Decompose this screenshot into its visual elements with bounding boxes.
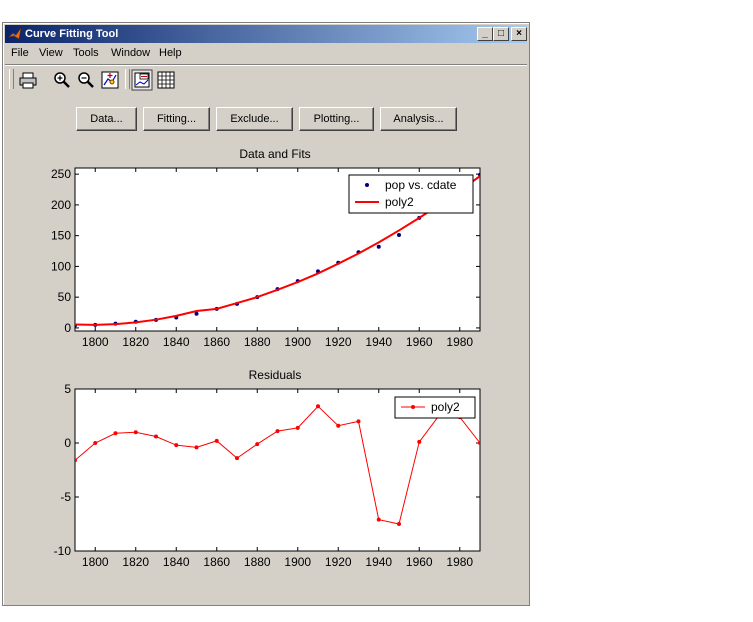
resid-x-tick-label: 1940 [365,555,392,569]
resid-residual-marker [174,443,179,448]
fits-x-tick-label: 1980 [446,335,473,349]
resid-residual-marker [93,441,98,445]
toolbar-separator [125,69,130,89]
resid-x-tick-label: 1960 [406,555,433,569]
fits-y-tick-label: 50 [58,290,72,304]
resid-x-tick-label: 1840 [163,555,190,569]
resid-y-tick-label: 0 [64,436,71,450]
fits-plot[interactable]: 1800 1820 1840 1860 1880 1900 1920 1940 1960 1980… [33,163,493,363]
resid-residual-marker [235,456,239,461]
fits-chart-title: Data and Fits [239,147,311,161]
resid-x-tick-label: 1820 [122,555,149,569]
fits-legend-marker [365,183,369,187]
menu-view[interactable]: View [39,47,63,59]
fits-x-tick-label: 1960 [406,335,433,349]
resid-x-tick-label: 1860 [203,555,230,569]
toolbar-grip [9,69,14,89]
title-bar[interactable]: Curve Fitting Tool _ □ × [5,25,527,43]
resid-residual-marker [397,522,401,526]
menu-file[interactable]: File [11,47,29,59]
menu-help[interactable]: Help [159,47,182,59]
resid-residual-marker [336,423,341,428]
resid-residual-marker [133,430,138,435]
resid-residual-marker [113,431,118,436]
matlab-logo-icon [8,27,22,40]
fits-y-tick-label: 250 [51,167,71,181]
print-icon[interactable] [17,69,39,91]
resid-y-tick-label: -10 [54,544,72,558]
resid-x-tick-label: 1980 [446,555,473,569]
residuals-chart-title: Residuals [248,368,302,382]
fitting-button[interactable]: Fitting... [143,107,210,131]
maximize-button[interactable]: □ [493,27,509,41]
minimize-icon: _ [482,28,488,39]
resid-residual-marker [255,442,260,447]
resid-residual-marker [275,429,280,434]
fits-x-tick-label: 1820 [122,335,149,349]
minimize-button[interactable]: _ [477,27,493,41]
zoom-in-icon[interactable] [51,69,73,91]
fits-x-tick-label: 1840 [163,335,190,349]
fits-x-tick-label: 1920 [325,335,352,349]
resid-x-tick-label: 1920 [325,555,352,569]
fits-y-tick-label: 200 [51,198,71,212]
fits-legend-label: poly2 [385,195,414,209]
resid-x-tick-label: 1880 [244,555,271,569]
fits-x-tick-label: 1940 [365,335,392,349]
fits-x-tick-label: 1860 [203,335,230,349]
legend-toggle-icon[interactable] [131,69,153,91]
resid-residual-marker [376,517,381,522]
resid-x-tick-label: 1900 [284,555,311,569]
resid-residual-marker [295,425,300,430]
fits-x-tick-label: 1900 [284,335,311,349]
analysis-button[interactable]: Analysis... [380,107,457,131]
menu-separator [5,64,527,66]
resid-residual-marker [75,458,77,463]
data-button[interactable]: Data... [76,107,137,131]
fits-legend-label: pop vs. cdate [385,178,457,192]
fits-y-tick-label: 0 [64,321,71,335]
curve-fitting-window: Curve Fitting Tool _ □ × File View Tools… [2,22,530,606]
fits-data-point [194,311,199,316]
resid-residual-marker [214,438,219,443]
resid-residual-marker [194,445,199,450]
plotting-button[interactable]: Plotting... [299,107,374,131]
resid-x-tick-label: 1800 [82,555,109,569]
fits-data-point [376,244,381,249]
zoom-out-icon[interactable] [75,69,97,91]
resid-y-tick-label: -5 [60,490,71,504]
close-button[interactable]: × [511,27,527,41]
exclude-button[interactable]: Exclude... [216,107,293,131]
resid-legend-marker [411,405,415,409]
residuals-plot[interactable]: 1800 1820 1840 1860 1880 1900 1920 1940 1960 1980… [33,383,493,583]
fits-y-tick-label: 150 [51,229,71,243]
resid-y-tick-label: 5 [64,383,71,396]
menu-bar: File View Tools Window Help [5,45,527,63]
data-cursor-icon[interactable] [99,69,121,91]
resid-residual-marker [478,441,480,445]
resid-residual-marker [154,434,158,439]
resid-residual-marker [316,404,320,409]
fits-data-point [397,233,401,238]
menu-tools[interactable]: Tools [73,47,99,59]
close-icon: × [516,28,522,39]
maximize-icon: □ [497,28,505,39]
window-title: Curve Fitting Tool [25,28,119,40]
fits-x-tick-label: 1880 [244,335,271,349]
resid-residual-marker [356,419,361,424]
menu-window[interactable]: Window [111,47,150,59]
fits-x-tick-label: 1800 [82,335,109,349]
fits-y-tick-label: 100 [51,259,71,273]
grid-toggle-icon[interactable] [155,69,177,91]
toolbar [5,67,527,93]
resid-residual-marker [417,439,422,444]
resid-legend-label: poly2 [431,400,460,414]
